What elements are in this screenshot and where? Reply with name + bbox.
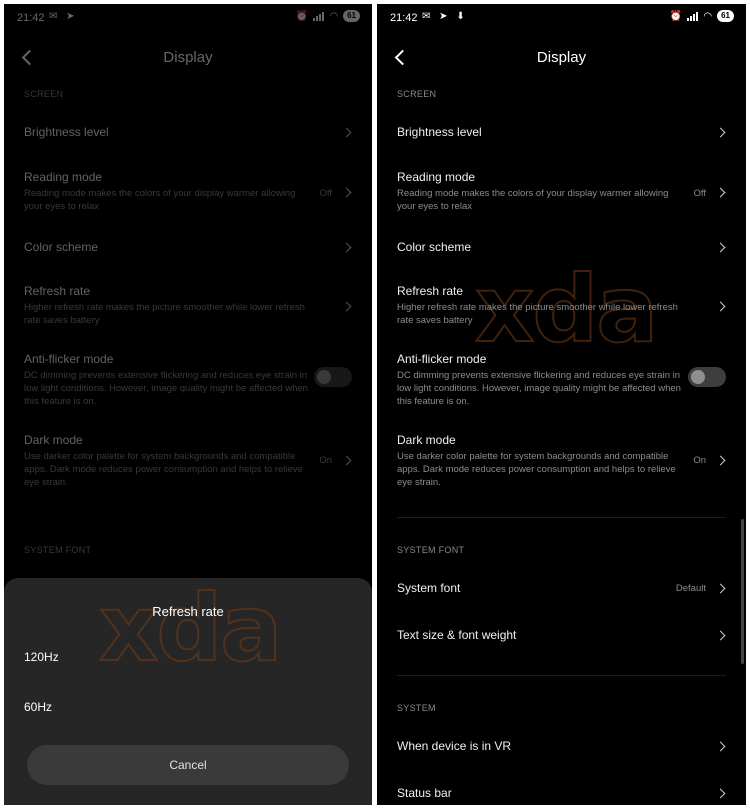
option-120hz[interactable]: 120Hz — [24, 650, 59, 664]
dialog-title: Refresh rate — [152, 604, 224, 619]
status-bar-label: Status bar — [397, 786, 452, 800]
alarm-icon: ⏰ — [669, 10, 683, 22]
signal-icon — [687, 11, 699, 21]
reading-mode-value: Off — [693, 188, 707, 199]
notification-icons: ✉ ➤ ⬇ — [422, 11, 468, 22]
status-bar: 21:42 ✉ ➤ ⬇ ⏰ ◠ 61 — [377, 4, 746, 32]
reading-mode-label: Reading mode — [397, 170, 476, 184]
wifi-icon: ◠ — [703, 10, 713, 22]
anti-flicker-description: DC dimming prevents extensive flickering… — [397, 370, 681, 407]
dark-mode-value: On — [693, 455, 706, 466]
text-size-item[interactable]: Text size & font weight — [397, 628, 726, 643]
scrollbar[interactable] — [741, 519, 744, 664]
color-scheme-item[interactable]: Color scheme — [397, 240, 726, 255]
refresh-rate-item[interactable]: Refresh rate Higher refresh rate makes t… — [397, 284, 726, 327]
dark-mode-label: Dark mode — [397, 433, 456, 447]
battery-icon: 61 — [717, 10, 734, 22]
chevron-right-icon — [715, 301, 726, 312]
color-scheme-label: Color scheme — [397, 240, 472, 254]
section-system: SYSTEM — [397, 703, 436, 713]
anti-flicker-toggle[interactable] — [688, 367, 726, 387]
refresh-rate-description: Higher refresh rate makes the picture sm… — [397, 302, 678, 326]
dark-mode-description: Use darker color palette for system back… — [397, 451, 676, 488]
chevron-right-icon — [715, 455, 726, 466]
status-bar-item[interactable]: Status bar — [397, 786, 726, 801]
anti-flicker-label: Anti-flicker mode — [397, 352, 487, 366]
cancel-button[interactable]: Cancel — [27, 745, 349, 785]
vr-item[interactable]: When device is in VR — [397, 739, 726, 754]
refresh-rate-label: Refresh rate — [397, 284, 464, 298]
divider — [397, 517, 726, 518]
option-60hz[interactable]: 60Hz — [24, 700, 52, 714]
brightness-level-label: Brightness level — [397, 125, 482, 139]
toggle-knob — [691, 370, 705, 384]
left-phone-screen: 21:42 ✉ ➤ ⏰ ◠ 61 Display SCREEN Brightne… — [4, 4, 372, 805]
vr-label: When device is in VR — [397, 739, 512, 753]
divider — [397, 675, 726, 676]
system-status-icons: ⏰ ◠ 61 — [670, 10, 734, 22]
system-font-item[interactable]: System font Default — [397, 581, 726, 596]
reading-mode-item[interactable]: Reading mode Reading mode makes the colo… — [397, 170, 726, 213]
section-screen: SCREEN — [397, 89, 437, 99]
reading-mode-description: Reading mode makes the colors of your di… — [397, 188, 669, 212]
chevron-right-icon — [715, 187, 726, 198]
status-time: 21:42 — [390, 12, 418, 24]
header: Display — [377, 44, 746, 76]
right-phone-screen: 21:42 ✉ ➤ ⬇ ⏰ ◠ 61 Display xda SCREEN Br… — [377, 4, 746, 805]
anti-flicker-item: Anti-flicker mode DC dimming prevents ex… — [397, 352, 726, 408]
page-title: Display — [536, 49, 587, 66]
refresh-rate-dialog: xda Refresh rate 120Hz 60Hz Cancel — [4, 574, 372, 805]
brightness-level-item[interactable]: Brightness level — [397, 125, 726, 140]
text-size-label: Text size & font weight — [397, 628, 517, 642]
dark-mode-item[interactable]: Dark mode Use darker color palette for s… — [397, 433, 726, 489]
section-system-font: SYSTEM FONT — [397, 545, 465, 555]
system-font-value: Default — [675, 583, 706, 594]
xda-watermark: xda — [98, 574, 283, 683]
